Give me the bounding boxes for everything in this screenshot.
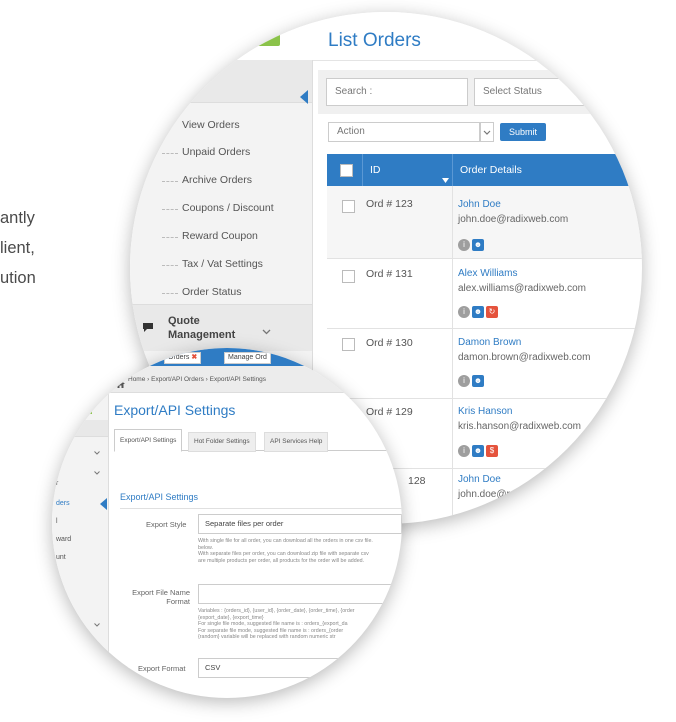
sidebar-fragment[interactable]: ment bbox=[56, 612, 72, 619]
chevron-down-icon bbox=[94, 634, 100, 652]
page-title: Export/API Settings bbox=[114, 402, 236, 418]
sidebar-fragment[interactable]: s bbox=[56, 572, 60, 579]
export-style-select[interactable]: Separate files per order bbox=[198, 514, 402, 534]
chevron-down-icon bbox=[94, 462, 100, 480]
sidebar-fragment[interactable]: ders bbox=[56, 500, 70, 507]
sidebar-item-tax-vat-settings[interactable]: Tax / Vat Settings bbox=[182, 258, 263, 270]
chevron-down-icon bbox=[262, 322, 271, 340]
customer-name-link[interactable]: Kris Hanson bbox=[458, 406, 512, 417]
sidebar-item-order-status[interactable]: Order Status bbox=[182, 286, 242, 298]
row-action-icons: i ☻ bbox=[458, 236, 486, 254]
sidebar bbox=[52, 392, 109, 698]
submit-button[interactable]: Submit bbox=[500, 123, 546, 141]
row-action-icons: i ☻ ↻ bbox=[458, 303, 500, 321]
status-select[interactable]: Select Status bbox=[474, 78, 584, 106]
customer-email: john.doe@radixweb.com bbox=[458, 214, 569, 225]
quote-management-label: Quote Management bbox=[168, 315, 236, 341]
open-tab-manage-orders[interactable]: Manage Ord bbox=[224, 352, 271, 364]
dollar-icon[interactable]: $ bbox=[486, 444, 498, 457]
page-title: List Orders bbox=[328, 30, 421, 51]
user-icon[interactable]: ☻ bbox=[472, 238, 484, 251]
row-checkbox[interactable] bbox=[342, 200, 355, 213]
search-input[interactable]: Search : bbox=[326, 78, 468, 106]
order-id: Ord # 123 bbox=[366, 198, 413, 210]
customer-email: kris.hanson@radixweb.com bbox=[458, 421, 581, 432]
order-id: Ord # 129 bbox=[366, 406, 413, 418]
export-file-name-help: Variables : {orders_id}, {user_id}, {ord… bbox=[198, 608, 355, 640]
customer-email: john.doe@rad bbox=[458, 489, 521, 500]
home-icon[interactable] bbox=[116, 375, 125, 393]
customer-name-link[interactable]: Alex Williams bbox=[458, 268, 517, 279]
sidebar-item-archive-orders[interactable]: Archive Orders bbox=[182, 174, 252, 186]
user-icon[interactable]: ☻ bbox=[472, 444, 484, 457]
export-style-help: With single file for all order, you can … bbox=[198, 538, 373, 564]
sidebar-header bbox=[130, 60, 312, 103]
active-indicator-icon bbox=[300, 90, 308, 104]
sidebar-fragment: l bbox=[56, 518, 58, 525]
breadcrumb[interactable]: Home › Export/API Orders › Export/API Se… bbox=[128, 376, 266, 383]
customer-name-link[interactable]: John Doe bbox=[458, 474, 501, 485]
message-badge[interactable] bbox=[70, 400, 92, 414]
column-header-order-details[interactable]: Order Details bbox=[460, 164, 522, 176]
user-icon[interactable]: ☻ bbox=[472, 374, 484, 387]
export-format-select[interactable]: CSV bbox=[198, 658, 402, 678]
chat-bubble-icon bbox=[142, 320, 154, 338]
header-divider bbox=[312, 60, 642, 61]
customer-email: alex.williams@radixweb.com bbox=[458, 283, 586, 294]
row-action-icons: i ☻ bbox=[458, 372, 486, 390]
row-checkbox[interactable] bbox=[342, 270, 355, 283]
background-text-line-3: ution bbox=[0, 269, 36, 287]
export-settings-magnifier: Orders ✖ Manage Ord Home › Export/API Or… bbox=[52, 348, 402, 698]
tab-export-api-settings[interactable]: Export/API Settings bbox=[114, 429, 183, 452]
sidebar-fragment[interactable]: ward bbox=[56, 536, 71, 543]
sidebar-item-view-orders[interactable]: View Orders bbox=[182, 119, 240, 131]
column-header-id[interactable]: ID bbox=[370, 164, 381, 176]
status-select-end[interactable] bbox=[584, 78, 642, 106]
open-tab-orders[interactable]: Orders ✖ bbox=[164, 352, 202, 364]
row-action-icons: i ☻ $ bbox=[458, 442, 500, 460]
customer-name-link[interactable]: Damon Brown bbox=[458, 337, 521, 348]
info-icon[interactable]: i bbox=[458, 305, 470, 318]
sidebar-item-unpaid-orders[interactable]: Unpaid Orders bbox=[182, 146, 250, 158]
close-icon[interactable]: ✖ bbox=[191, 354, 197, 361]
chevron-down-icon bbox=[94, 442, 100, 460]
customer-name-link[interactable]: John Doe bbox=[458, 199, 501, 210]
sidebar-fragment: r bbox=[56, 480, 59, 487]
export-file-name-label: Export File Name Format bbox=[132, 588, 190, 606]
chevron-down-icon bbox=[94, 614, 100, 632]
chevron-down-icon bbox=[480, 122, 494, 142]
info-icon[interactable]: i bbox=[458, 374, 470, 387]
tab-hot-folder-settings[interactable]: Hot Folder Settings bbox=[188, 432, 256, 452]
background-text-line-1: antly bbox=[0, 209, 35, 227]
export-format-label: Export Format bbox=[138, 664, 186, 673]
action-select[interactable]: Action bbox=[328, 122, 480, 142]
tab-api-services-help[interactable]: API Services Help bbox=[264, 432, 329, 452]
export-file-name-input[interactable] bbox=[198, 584, 402, 604]
active-indicator-icon bbox=[100, 498, 107, 510]
info-icon[interactable]: i bbox=[458, 444, 470, 457]
sidebar-item-coupons-discount[interactable]: Coupons / Discount bbox=[182, 202, 274, 214]
customer-email: damon.brown@radixweb.com bbox=[458, 352, 591, 363]
info-icon[interactable]: i bbox=[458, 238, 470, 251]
order-id: 128 bbox=[408, 475, 426, 487]
export-style-label: Export Style bbox=[146, 520, 187, 529]
chevron-down-icon bbox=[94, 654, 100, 672]
refresh-icon[interactable]: ↻ bbox=[486, 305, 498, 318]
select-all-checkbox[interactable] bbox=[340, 164, 353, 177]
section-title: Export/API Settings bbox=[120, 492, 199, 502]
sidebar-fragment[interactable]: unt bbox=[56, 554, 66, 561]
order-id: Ord # 131 bbox=[366, 268, 413, 280]
user-icon[interactable]: ☻ bbox=[472, 305, 484, 318]
message-badge[interactable]: ✉? bbox=[240, 26, 280, 46]
sidebar-item-reward-coupon[interactable]: Reward Coupon bbox=[182, 230, 258, 242]
background-text-line-2: lient, bbox=[0, 239, 35, 257]
